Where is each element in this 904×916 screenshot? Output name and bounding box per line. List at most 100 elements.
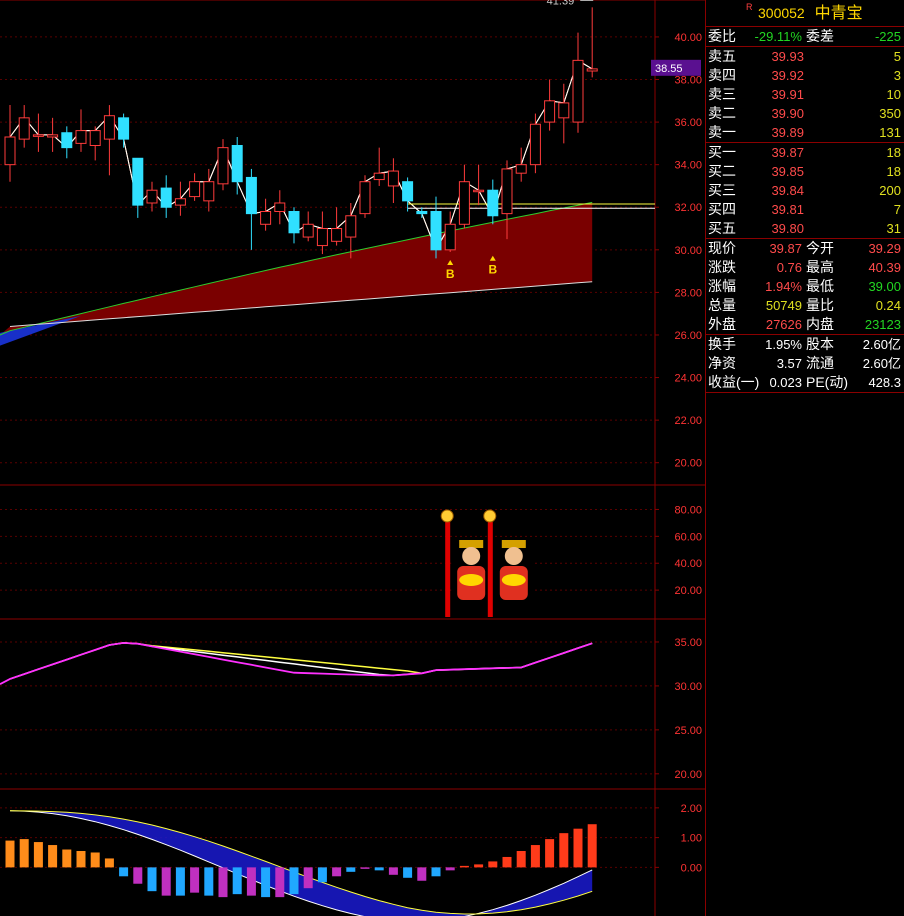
bids-label: 买二: [708, 163, 736, 179]
asks-volume: 350: [879, 106, 901, 121]
stats-value-left: 1.94%: [765, 279, 802, 294]
y-tick-label: 22.00: [674, 415, 702, 427]
stats-label-right: 量比: [806, 297, 834, 313]
macd-bar: [161, 867, 171, 896]
stats-label-right: 最低: [806, 278, 834, 294]
current-price-tag: 38.55: [655, 63, 683, 75]
candle-body: [132, 157, 144, 206]
extra-row: 净资 3.57 流通 2.60亿: [706, 354, 904, 373]
money-bag-icon: [440, 509, 454, 523]
macd-bar: [90, 852, 100, 868]
bids-price: 39.80: [771, 221, 804, 236]
macd-bar: [587, 824, 597, 868]
macd-bar: [303, 867, 313, 889]
macd-bar: [232, 867, 242, 895]
candle-body: [473, 189, 485, 193]
asks-label: 卖一: [708, 124, 736, 140]
candle-body: [288, 211, 300, 234]
buy-marker: B: [446, 267, 455, 281]
macd-bar: [33, 842, 43, 868]
bids-row: 买一 39.87 18: [706, 143, 904, 162]
candle-body: [515, 164, 527, 174]
bids-label: 买一: [708, 144, 736, 160]
macd-bar: [246, 867, 256, 896]
y-tick-label: 60.00: [674, 531, 702, 543]
y-tick-label: 36.00: [674, 117, 702, 129]
stats-row: 涨跌 0.76 最高 40.39: [706, 258, 904, 277]
macd-bar: [431, 867, 441, 877]
figure-face: [504, 547, 523, 565]
y-tick-label: 35.00: [674, 637, 702, 649]
y-tick-label: 24.00: [674, 373, 702, 385]
candle-body: [160, 187, 172, 208]
macd-bar: [147, 867, 157, 892]
candle-body: [444, 223, 456, 251]
asks-price: 39.92: [771, 68, 804, 83]
weibi-label: 委比: [708, 28, 736, 44]
macd-bar: [459, 865, 469, 868]
candle-body: [558, 102, 570, 119]
stock-code: 300052: [758, 5, 805, 21]
macd-bar: [218, 867, 228, 898]
stats-label-right: 最高: [806, 259, 834, 275]
bids-volume: 18: [886, 164, 901, 179]
extra-label-right: PE(动): [806, 374, 848, 390]
macd-bar: [559, 833, 569, 868]
candle-body: [345, 215, 357, 238]
candle-body: [189, 181, 201, 198]
extra-block: 换手 1.95% 股本 2.60亿 净资 3.57 流通 2.60亿 收益(一) 0.023 PE(…: [706, 335, 904, 393]
bids-volume: 200: [879, 183, 901, 198]
figure-hat: [459, 540, 484, 548]
weicha-value: -225: [874, 29, 901, 44]
extra-value-right: 2.60亿: [862, 356, 901, 371]
buy-marker: B: [488, 263, 497, 277]
macd-bar: [289, 867, 299, 895]
weibi-row: 委比 -29.11% 委差 -225: [706, 27, 904, 47]
stock-name: 中青宝: [814, 5, 863, 22]
bids-label: 买四: [708, 201, 736, 217]
high-annotation: 41.39: [547, 0, 575, 7]
candle-body: [75, 130, 87, 144]
candle-body: [373, 172, 385, 181]
quote-panel: R 300052 中青宝 委比 -29.11% 委差 -225 卖五 39.93 5…: [705, 0, 904, 916]
macd-bar: [104, 858, 114, 868]
macd-bar: [417, 867, 427, 881]
extra-label-left: 换手: [708, 336, 736, 352]
extra-label-left: 收益(一): [708, 374, 760, 390]
macd-bar: [374, 867, 384, 871]
extra-value-right: 2.60亿: [862, 337, 901, 352]
y-tick-label: 1.00: [681, 833, 702, 845]
y-tick-label: 80.00: [674, 504, 702, 516]
y-tick-label: 26.00: [674, 330, 702, 342]
macd-bar: [317, 867, 327, 883]
extra-row: 换手 1.95% 股本 2.60亿: [706, 335, 904, 354]
macd-bar: [275, 867, 285, 898]
money-bag-icon: [483, 509, 497, 523]
macd-bar: [19, 839, 29, 868]
signal-pole: [487, 522, 493, 617]
candle-body: [89, 130, 101, 147]
bid-levels: 买一 39.87 18 买二 39.85 18 买三 39.84 200 买四 39.81 7 买五 39…: [706, 143, 904, 239]
y-tick-label: 20.00: [674, 458, 702, 470]
y-tick-label: 30.00: [674, 245, 702, 257]
y-tick-label: 32.00: [674, 202, 702, 214]
stats-value-left: 27626: [765, 317, 802, 332]
y-tick-label: 30.00: [674, 681, 702, 693]
asks-label: 卖三: [708, 86, 736, 102]
y-tick-label: 40.00: [674, 558, 702, 570]
macd-bar: [261, 867, 271, 898]
candle-body: [47, 134, 59, 138]
macd-bar: [445, 867, 455, 871]
candle-body: [231, 145, 243, 183]
y-tick-label: 34.00: [674, 160, 702, 172]
stats-row: 外盘 27626 内盘 23123: [706, 315, 904, 335]
macd-bar: [190, 867, 200, 893]
weibi-value: -29.11%: [754, 29, 802, 44]
macd-bar: [502, 856, 512, 868]
ask-levels: 卖五 39.93 5 卖四 39.92 3 卖三 39.91 10 卖二 39.90 350 卖一 39.…: [706, 47, 904, 143]
figure-face: [462, 547, 481, 565]
macd-bar: [204, 867, 214, 896]
asks-row: 卖五 39.93 5: [706, 47, 904, 66]
bids-row: 买三 39.84 200: [706, 181, 904, 200]
gold-ingot-icon: [501, 574, 526, 586]
